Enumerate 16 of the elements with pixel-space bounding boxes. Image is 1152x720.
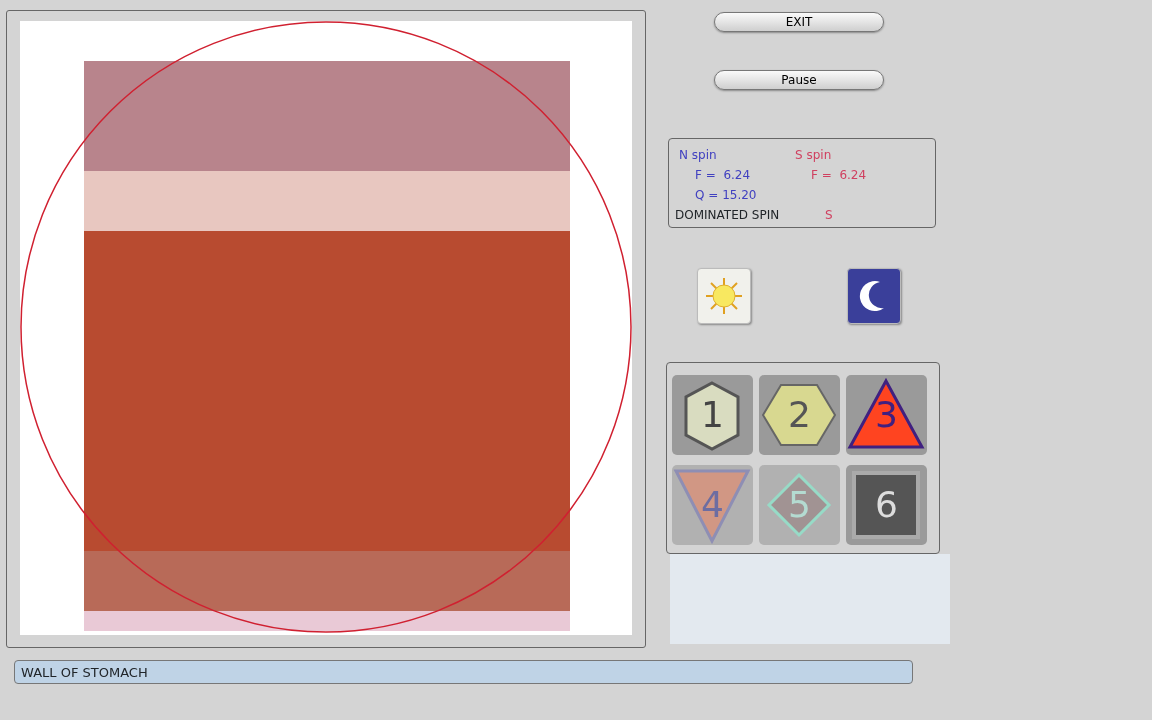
status-bar: WALL OF STOMACH [14, 660, 913, 684]
s-f-value: F = 6.24 [810, 167, 867, 184]
moon-button[interactable] [847, 268, 901, 324]
sun-icon [704, 276, 744, 316]
s-spin-label: S spin [795, 147, 833, 164]
n-q-value: Q = 15.20 [694, 187, 758, 204]
shape-tile[interactable]: 6 [846, 464, 927, 545]
n-f-value: F = 6.24 [694, 167, 752, 184]
dominated-spin-value: S [825, 207, 833, 224]
pause-button[interactable]: Pause [714, 70, 884, 90]
shape-tile[interactable]: 3 [846, 375, 927, 455]
shape-tile[interactable]: 1 [672, 375, 753, 455]
shape-tile[interactable]: 2 [759, 375, 840, 455]
dominated-spin-label: DOMINATED SPIN [675, 207, 781, 224]
exit-button[interactable]: EXIT [714, 12, 884, 32]
n-spin-label: N spin [679, 147, 718, 164]
